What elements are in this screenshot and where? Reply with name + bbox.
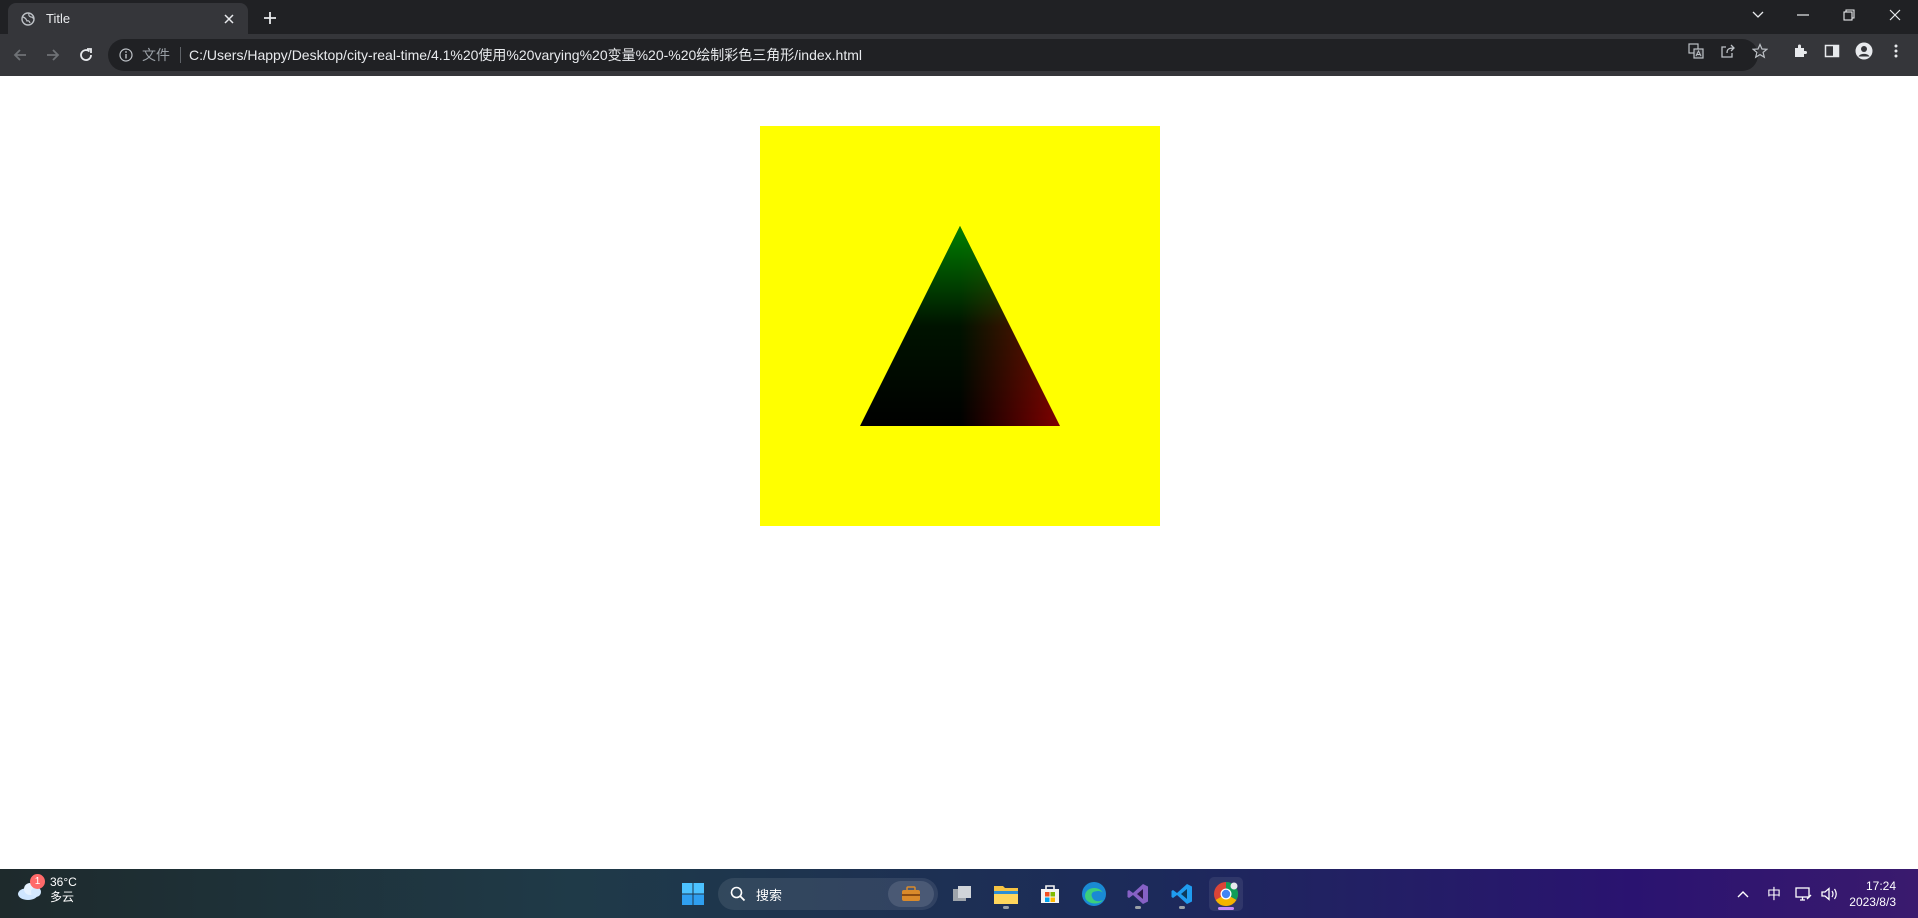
new-tab-button[interactable] <box>260 8 280 28</box>
running-indicator <box>1135 906 1141 909</box>
tab-strip: Title <box>0 0 1918 34</box>
briefcase-icon <box>888 881 934 907</box>
vscode-button[interactable] <box>1165 877 1199 911</box>
minimize-button[interactable] <box>1780 0 1826 30</box>
bookmark-star-icon[interactable] <box>1751 42 1769 60</box>
windows-logo-icon <box>682 883 704 905</box>
clock-date: 2023/8/3 <box>1849 895 1896 909</box>
start-button[interactable] <box>676 877 710 911</box>
arrow-left-icon <box>13 49 26 61</box>
tab-search-button[interactable] <box>1735 0 1781 30</box>
show-hidden-icons-button[interactable] <box>1732 869 1754 918</box>
weather-badge: 1 <box>30 874 45 889</box>
tab-title: Title <box>46 11 71 26</box>
search-label: 搜索 <box>756 887 783 903</box>
windows-taskbar: 1 36°C 多云 搜索 中 17:24 2023/8/3 <box>0 869 1918 918</box>
webgl-canvas <box>760 126 1160 526</box>
ime-indicator[interactable]: 中 <box>1762 869 1786 918</box>
restore-button[interactable] <box>1826 0 1872 30</box>
vscode-icon <box>1171 884 1192 904</box>
back-button[interactable] <box>8 43 32 67</box>
minimize-icon <box>1797 14 1809 16</box>
weather-widget[interactable]: 1 36°C 多云 <box>16 874 77 905</box>
edge-button[interactable] <box>1077 877 1111 911</box>
close-tab-icon[interactable] <box>220 10 238 28</box>
search-icon <box>730 886 746 902</box>
running-indicator <box>1003 906 1009 909</box>
menu-kebab-icon[interactable] <box>1887 42 1905 60</box>
visual-studio-button[interactable] <box>1121 877 1155 911</box>
extensions-icon[interactable] <box>1791 42 1809 60</box>
chevron-down-icon <box>1752 11 1764 18</box>
file-explorer-button[interactable] <box>989 877 1023 911</box>
translate-icon[interactable] <box>1687 42 1705 60</box>
share-icon[interactable] <box>1719 42 1737 60</box>
weather-temperature: 36°C <box>50 875 77 889</box>
arrow-right-icon <box>47 49 60 61</box>
globe-icon <box>20 11 36 27</box>
scheme-label: 文件 <box>142 47 170 63</box>
omnibox-divider <box>180 47 181 63</box>
profile-avatar-icon[interactable] <box>1855 42 1873 60</box>
close-icon <box>1889 9 1901 21</box>
url-text[interactable]: C:/Users/Happy/Desktop/city-real-time/4.… <box>189 45 862 65</box>
browser-tab[interactable]: Title <box>8 3 248 34</box>
reload-icon <box>80 48 92 61</box>
forward-button[interactable] <box>41 43 65 67</box>
active-indicator <box>1218 907 1234 910</box>
store-icon <box>1041 885 1059 903</box>
microsoft-store-button[interactable] <box>1033 877 1067 911</box>
plus-icon <box>264 12 276 24</box>
system-clock[interactable]: 17:24 2023/8/3 <box>1849 878 1896 910</box>
chrome-button[interactable] <box>1209 877 1243 911</box>
clock-time: 17:24 <box>1865 879 1896 893</box>
info-icon[interactable] <box>118 47 134 63</box>
volume-icon[interactable] <box>1818 869 1840 918</box>
restore-icon <box>1843 9 1855 21</box>
reload-button[interactable] <box>74 43 98 67</box>
taskbar-search[interactable]: 搜索 <box>718 878 938 910</box>
side-panel-icon[interactable] <box>1823 42 1841 60</box>
page-viewport <box>0 76 1918 869</box>
running-indicator <box>1179 906 1185 909</box>
address-bar[interactable]: 文件 C:/Users/Happy/Desktop/city-real-time… <box>108 39 1758 71</box>
browser-toolbar: 文件 C:/Users/Happy/Desktop/city-real-time… <box>0 34 1918 76</box>
network-icon[interactable] <box>1792 869 1814 918</box>
task-view-button[interactable] <box>945 877 979 911</box>
visual-studio-icon <box>1127 884 1148 904</box>
chrome-icon <box>1214 881 1238 906</box>
cloud-icon: 1 <box>16 874 46 903</box>
close-window-button[interactable] <box>1872 0 1918 30</box>
weather-condition: 多云 <box>50 890 75 904</box>
task-view-icon <box>953 886 971 901</box>
chevron-up-icon <box>1737 890 1749 897</box>
folder-icon <box>994 886 1018 904</box>
edge-icon <box>1082 882 1106 906</box>
